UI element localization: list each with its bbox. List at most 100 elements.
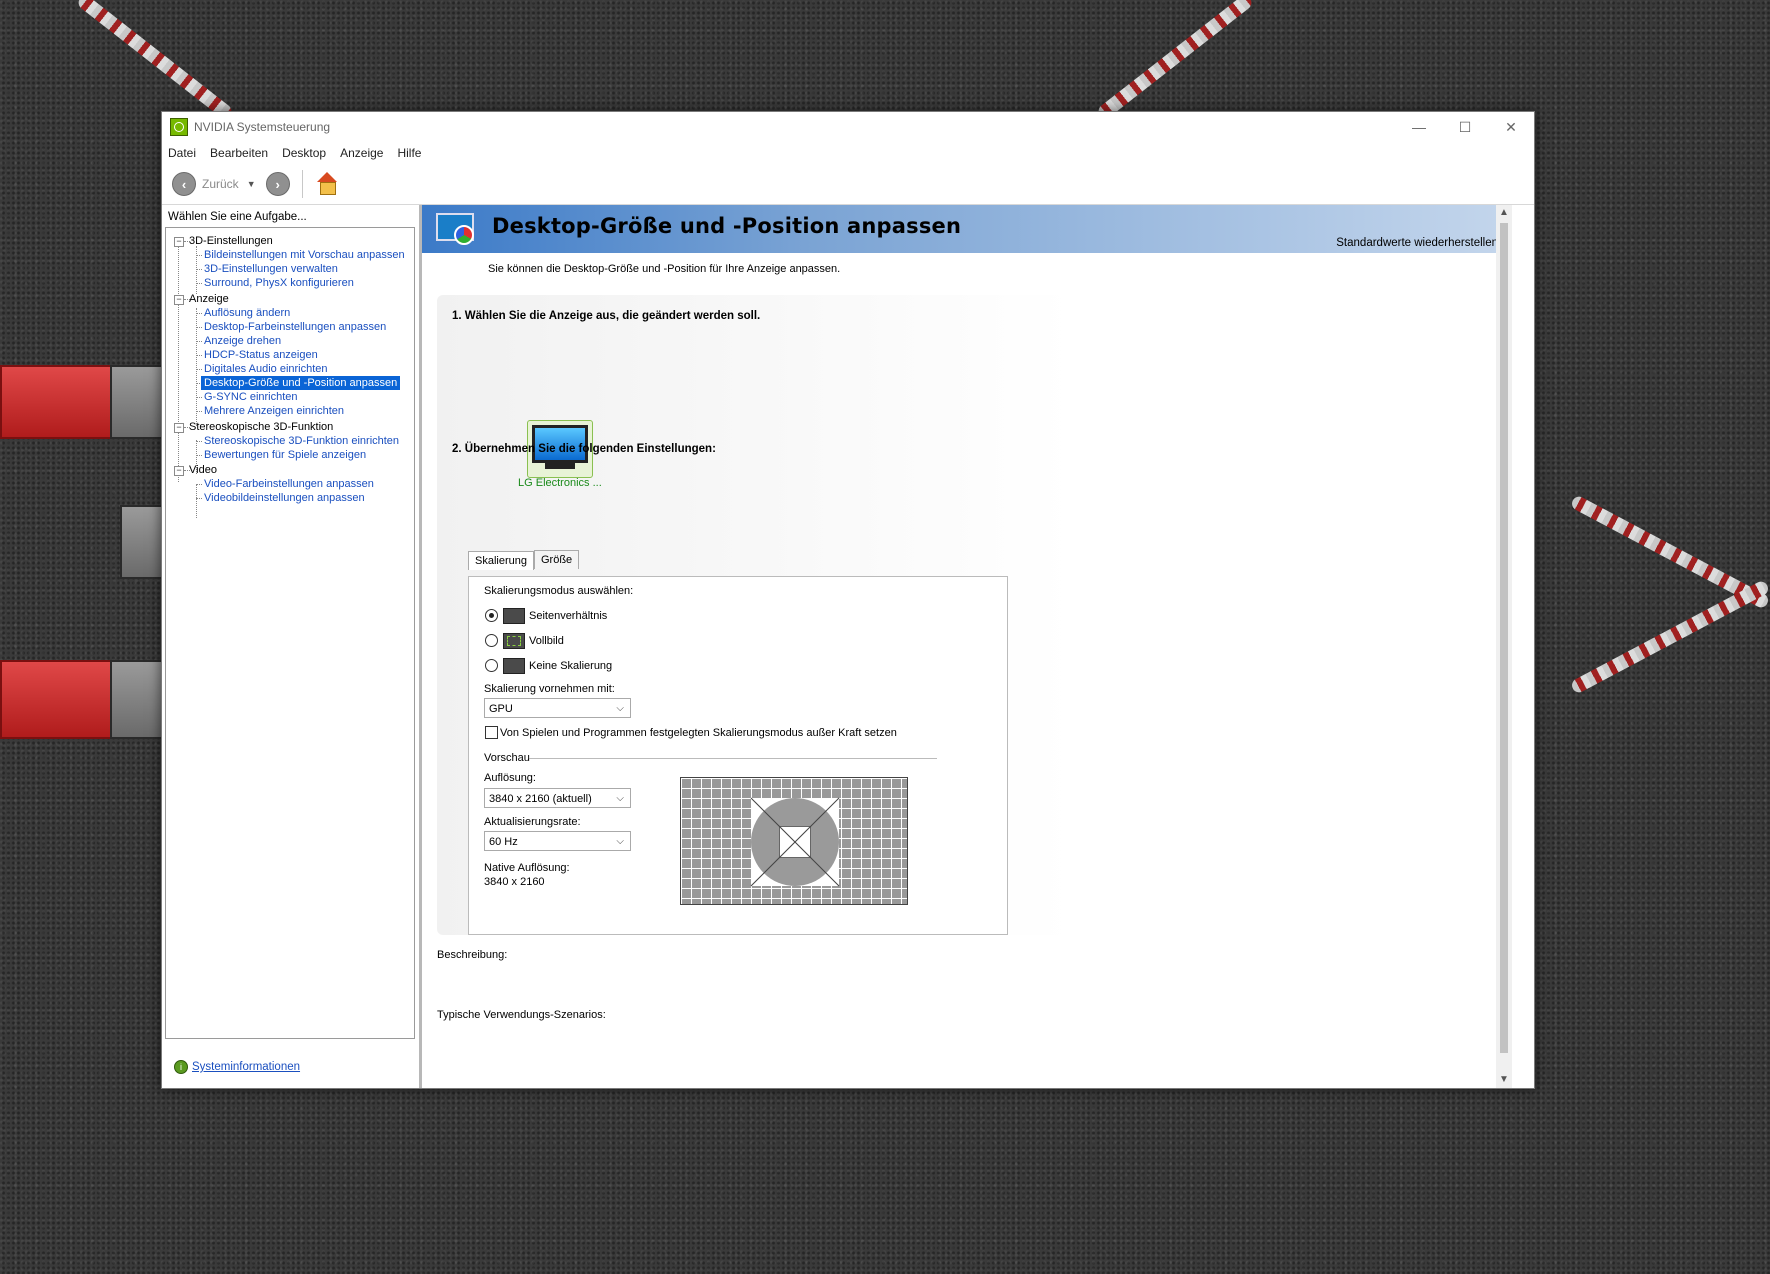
perform-scaling-select[interactable]: GPU ⌵ [484,698,631,718]
tree-line [196,355,202,356]
description-label: Beschreibung: [437,949,508,961]
refresh-rate-value: 60 Hz [489,836,518,848]
menu-datei[interactable]: Datei [168,146,196,160]
tree-line [196,283,202,284]
chevron-down-icon: ⌵ [616,703,624,714]
back-button-label[interactable]: Zurück [202,177,239,191]
display-settings-icon [436,211,476,245]
close-button[interactable]: ✕ [1488,112,1534,142]
system-info-link[interactable]: Systeminformationen [192,1061,300,1073]
step-2-heading: 2. Übernehmen Sie die folgenden Einstell… [452,443,716,455]
scaling-preview-image [680,777,908,905]
resolution-select[interactable]: 3840 x 2160 (aktuell) ⌵ [484,788,631,808]
home-icon[interactable] [315,172,339,196]
collapse-toggle-icon[interactable]: − [174,466,184,476]
toolbar: ‹ Zurück ▼ › [162,164,1534,205]
history-dropdown-icon[interactable]: ▼ [247,179,256,189]
tree-line [196,369,202,370]
chevron-down-icon: ⌵ [616,836,624,847]
override-scaling-checkbox[interactable] [485,726,498,739]
refresh-rate-select[interactable]: 60 Hz ⌵ [484,831,631,851]
display-name-label[interactable]: LG Electronics ... [518,477,602,489]
label-seitenverhaeltnis[interactable]: Seitenverhältnis [529,610,607,622]
nvidia-control-panel-window: NVIDIA Systemsteuerung — ☐ ✕ Datei Bearb… [161,111,1535,1089]
back-arrow-icon[interactable]: ‹ [172,172,196,196]
maximize-button[interactable]: ☐ [1442,112,1488,142]
nvidia-app-icon [170,118,188,136]
collapse-toggle-icon[interactable]: − [174,237,184,247]
content-pane: Desktop-Größe und -Position anpassen Sta… [422,205,1512,1088]
page-intro: Sie können die Desktop-Größe und -Positi… [488,263,841,275]
scaling-tab-panel: Skalierungsmodus auswählen: Seitenverhäl… [468,576,1008,935]
perform-scaling-value: GPU [489,703,513,715]
scroll-up-icon[interactable]: ▲ [1496,205,1512,221]
tree-item-surround-physx[interactable]: Surround, PhysX konfigurieren [204,276,354,290]
tree-line [196,327,202,328]
wallpaper-rail [1095,0,1255,122]
tree-line [178,240,179,482]
system-info-link-container[interactable]: i Systeminformationen [174,1060,300,1074]
radio-vollbild[interactable] [485,634,498,647]
tree-item-anzeige-drehen[interactable]: Anzeige drehen [204,334,281,348]
menu-desktop[interactable]: Desktop [282,146,326,160]
tree-line [196,455,202,456]
collapse-toggle-icon[interactable]: − [174,423,184,433]
toolbar-separator [301,170,303,198]
collapse-toggle-icon[interactable]: − [174,295,184,305]
tree-item-hdcp[interactable]: HDCP-Status anzeigen [204,348,318,362]
perform-scaling-label: Skalierung vornehmen mit: [484,683,615,695]
tree-category-video[interactable]: Video [189,463,217,477]
tree-item-digital-audio[interactable]: Digitales Audio einrichten [204,362,328,376]
aspect-ratio-icon [503,608,525,624]
restore-defaults-link[interactable]: Standardwerte wiederherstellen [1336,237,1498,249]
chevron-down-icon: ⌵ [616,793,624,804]
menu-anzeige[interactable]: Anzeige [340,146,383,160]
tree-item-mehrere-anzeigen[interactable]: Mehrere Anzeigen einrichten [204,404,344,418]
tree-item-desktop-farbe[interactable]: Desktop-Farbeinstellungen anpassen [204,320,386,334]
override-scaling-label[interactable]: Von Spielen und Programmen festgelegten … [500,727,897,739]
task-tree: − 3D-Einstellungen Bildeinstellungen mit… [165,227,415,1039]
monitor-stand [545,463,575,469]
tree-item-video-farbe[interactable]: Video-Farbeinstellungen anpassen [204,477,374,491]
tree-item-videobild[interactable]: Videobildeinstellungen anpassen [204,491,365,505]
tree-item-bewertungen[interactable]: Bewertungen für Spiele anzeigen [204,448,366,462]
minimize-button[interactable]: — [1396,112,1442,142]
content-scrollbar[interactable]: ▲ ▼ [1496,205,1512,1088]
tree-line [196,246,197,294]
color-badge [454,225,474,245]
menu-bearbeiten[interactable]: Bearbeiten [210,146,268,160]
tree-line [196,308,197,426]
wallpaper-block [110,660,164,739]
label-vollbild[interactable]: Vollbild [529,635,564,647]
tree-category-anzeige[interactable]: Anzeige [189,292,229,306]
tree-item-bildeinstellungen[interactable]: Bildeinstellungen mit Vorschau anpassen [204,248,405,262]
tree-item-gsync[interactable]: G-SYNC einrichten [204,390,298,404]
radio-seitenverhaeltnis[interactable] [485,609,498,622]
tree-item-3d-verwalten[interactable]: 3D-Einstellungen verwalten [204,262,338,276]
scroll-down-icon[interactable]: ▼ [1496,1072,1512,1088]
settings-tabs: Skalierung Größe [468,550,580,570]
preview-section-label: Vorschau [484,752,530,764]
preview-separator [529,758,937,759]
window-title: NVIDIA Systemsteuerung [194,120,331,134]
label-keine-skalierung[interactable]: Keine Skalierung [529,660,612,672]
radio-keine-skalierung[interactable] [485,659,498,672]
usage-scenarios-label: Typische Verwendungs-Szenarios: [437,1009,606,1021]
wallpaper-block [110,365,164,439]
page-banner: Desktop-Größe und -Position anpassen Sta… [422,205,1512,253]
resolution-value: 3840 x 2160 (aktuell) [489,793,592,805]
tree-item-stereo-einrichten[interactable]: Stereoskopische 3D-Funktion einrichten [204,434,399,448]
tab-skalierung[interactable]: Skalierung [468,551,534,570]
menu-hilfe[interactable]: Hilfe [397,146,421,160]
forward-arrow-icon[interactable]: › [265,172,290,196]
scaling-mode-label: Skalierungsmodus auswählen: [484,585,634,597]
tab-groesse[interactable]: Größe [533,550,580,569]
tree-item-desktop-groesse-selected[interactable]: Desktop-Größe und -Position anpassen [201,376,401,390]
tree-category-3d[interactable]: 3D-Einstellungen [189,234,273,248]
step-1-heading: 1. Wählen Sie die Anzeige aus, die geänd… [452,310,761,322]
tree-category-stereo[interactable]: Stereoskopische 3D-Funktion [189,420,333,434]
tree-line [196,441,202,442]
tree-item-aufloesung[interactable]: Auflösung ändern [204,306,290,320]
no-scaling-icon [503,658,525,674]
scroll-thumb[interactable] [1500,223,1508,1053]
